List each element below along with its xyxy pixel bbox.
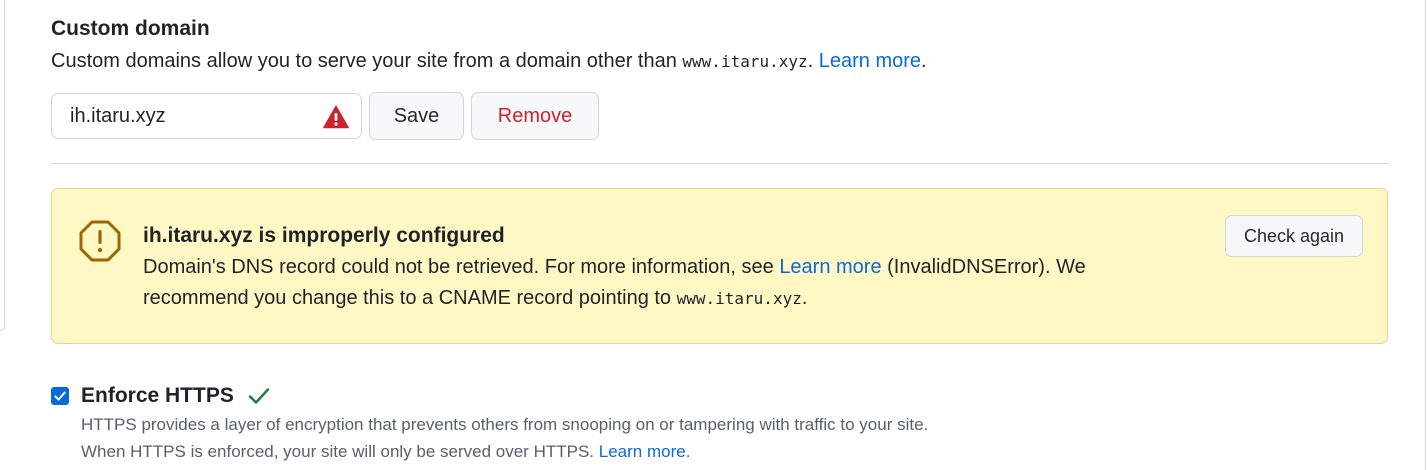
enforce-https-label[interactable]: Enforce HTTPS <box>81 384 234 408</box>
alert-octagon-icon <box>79 220 121 262</box>
custom-domain-form: Save Remove <box>51 92 1388 140</box>
description-separator: . <box>807 50 819 72</box>
custom-domain-learn-more-link[interactable]: Learn more <box>819 50 921 72</box>
custom-domain-title: Custom domain <box>51 17 210 40</box>
enforce-https-checkbox[interactable] <box>51 387 69 405</box>
section-divider <box>51 163 1388 164</box>
left-panel-border <box>0 0 5 331</box>
custom-domain-input[interactable] <box>52 94 330 138</box>
alert-triangle-icon <box>323 105 349 129</box>
https-note-line2: When HTTPS is enforced, your site will o… <box>81 438 928 465</box>
check-again-button[interactable]: Check again <box>1225 215 1363 257</box>
enforce-https-row: Enforce HTTPS <box>51 384 270 408</box>
https-note-line2-end: . <box>685 442 691 461</box>
custom-domain-section: Custom domain Custom domains allow you t… <box>51 14 1388 344</box>
https-note-line1: HTTPS provides a layer of encryption tha… <box>81 415 929 434</box>
dns-warning-flash: ih.itaru.xyz is improperly configured Do… <box>51 188 1388 344</box>
warning-body-end: . <box>801 287 808 309</box>
custom-domain-description: Custom domains allow you to serve your s… <box>51 46 1388 77</box>
remove-button[interactable]: Remove <box>471 92 599 140</box>
warning-body-text: Domain's DNS record could not be retriev… <box>143 256 780 278</box>
enforce-https-note: HTTPS provides a layer of encryption tha… <box>81 411 928 465</box>
warning-title: ih.itaru.xyz is improperly configured <box>143 224 505 247</box>
check-icon <box>248 388 270 404</box>
custom-domain-input-wrapper <box>51 93 362 139</box>
description-end: . <box>921 50 927 72</box>
warning-learn-more-link[interactable]: Learn more <box>779 256 881 278</box>
save-button[interactable]: Save <box>369 92 464 140</box>
description-text: Custom domains allow you to serve your s… <box>51 50 683 72</box>
https-note-line2-text: When HTTPS is enforced, your site will o… <box>81 442 599 461</box>
description-domain-code: www.itaru.xyz <box>682 52 808 71</box>
https-learn-more-link[interactable]: Learn more <box>599 442 686 461</box>
warning-body: Domain's DNS record could not be retriev… <box>143 252 1143 314</box>
warning-domain-code: www.itaru.xyz <box>676 289 802 308</box>
checkbox-check-icon <box>54 391 66 401</box>
